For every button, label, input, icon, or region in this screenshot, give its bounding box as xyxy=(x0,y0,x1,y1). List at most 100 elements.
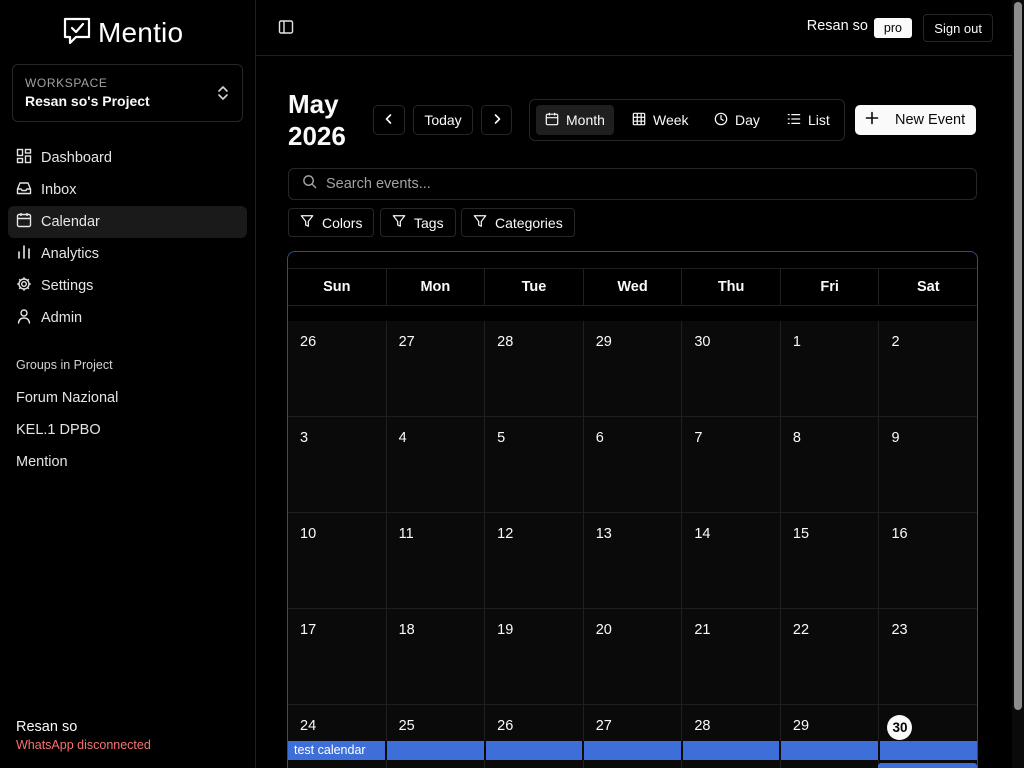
view-label: Day xyxy=(735,112,760,128)
day-number: 26 xyxy=(300,334,317,350)
day-cell[interactable]: 29 xyxy=(582,321,682,416)
day-cell[interactable]: 7 xyxy=(681,417,780,512)
day-number: 23 xyxy=(891,622,908,638)
grid-icon xyxy=(632,112,646,129)
group-item-kel1-dpbo[interactable]: KEL.1 DPBO xyxy=(16,414,118,446)
sidebar-item-settings[interactable]: Settings xyxy=(8,270,247,302)
view-list-button[interactable]: List xyxy=(778,105,839,135)
day-cell[interactable]: 20 xyxy=(582,609,682,704)
day-cell[interactable]: 11 xyxy=(385,513,485,608)
filter-tags-button[interactable]: Tags xyxy=(380,208,456,237)
day-cell[interactable]: 10 xyxy=(288,513,386,608)
day-cell[interactable]: 22 xyxy=(779,609,879,704)
workspace-name: Resan so's Project xyxy=(25,93,150,109)
day-number: 28 xyxy=(694,718,711,734)
event-bar-continued[interactable] xyxy=(878,763,977,768)
day-cell[interactable]: 2 xyxy=(878,321,977,416)
day-number: 16 xyxy=(891,526,908,542)
sidebar-item-dashboard[interactable]: Dashboard xyxy=(8,142,247,174)
week-row: 17 18 19 20 21 22 23 xyxy=(288,609,977,705)
event-segment-divider xyxy=(484,741,486,760)
sign-out-button[interactable]: Sign out xyxy=(923,14,993,42)
day-number: 2 xyxy=(891,334,900,350)
sidebar-item-label: Analytics xyxy=(41,246,100,262)
new-event-button[interactable]: New Event xyxy=(855,105,976,135)
page-scrollbar[interactable] xyxy=(1012,0,1024,768)
day-cell[interactable]: 30 xyxy=(681,321,780,416)
day-cell[interactable]: 26 xyxy=(288,321,386,416)
day-number: 30 xyxy=(694,334,711,350)
sidebar-item-analytics[interactable]: Analytics xyxy=(8,238,247,270)
event-segment-divider xyxy=(878,741,880,760)
sidebar-item-calendar[interactable]: Calendar xyxy=(8,206,247,238)
day-number: 21 xyxy=(694,622,711,638)
view-label: Month xyxy=(566,112,605,128)
day-cell[interactable]: 5 xyxy=(484,417,583,512)
day-cell[interactable]: 12 xyxy=(484,513,583,608)
filter-colors-button[interactable]: Colors xyxy=(288,208,375,237)
day-cell[interactable]: 16 xyxy=(878,513,977,608)
logo-text: Mentio xyxy=(98,17,184,48)
app-logo[interactable]: Mentio xyxy=(62,16,183,50)
filter-categories-button[interactable]: Categories xyxy=(461,208,575,237)
event-bar-test-calendar[interactable]: test calendar xyxy=(288,741,977,760)
day-cell[interactable]: 21 xyxy=(681,609,780,704)
day-number: 13 xyxy=(595,526,612,542)
day-cell[interactable]: 23 xyxy=(878,609,977,704)
list-icon xyxy=(787,112,801,129)
day-cell[interactable]: 9 xyxy=(878,417,977,512)
week-row: 26 27 28 29 30 1 2 xyxy=(288,321,977,417)
day-number: 12 xyxy=(497,526,514,542)
day-number: 27 xyxy=(595,718,612,734)
day-number: 25 xyxy=(398,718,415,734)
sidebar-toggle-icon[interactable] xyxy=(278,19,294,40)
workspace-switcher[interactable]: WORKSPACE Resan so's Project xyxy=(12,64,243,122)
sidebar-item-admin[interactable]: Admin xyxy=(8,302,247,334)
day-cell[interactable]: 6 xyxy=(582,417,682,512)
day-cell[interactable]: 19 xyxy=(484,609,583,704)
today-button[interactable]: Today xyxy=(413,105,473,135)
day-cell[interactable]: 27 xyxy=(385,321,485,416)
day-cell[interactable]: 13 xyxy=(582,513,682,608)
sidebar-item-label: Dashboard xyxy=(41,150,112,166)
sidebar-item-inbox[interactable]: Inbox xyxy=(8,174,247,206)
day-cell[interactable]: 4 xyxy=(385,417,485,512)
day-cell[interactable]: 17 xyxy=(288,609,386,704)
filter-icon xyxy=(473,214,487,231)
day-number: 28 xyxy=(497,334,514,350)
day-cell[interactable]: 8 xyxy=(779,417,879,512)
sidebar-nav: Dashboard Inbox Calendar Analytics Setti… xyxy=(8,142,247,334)
view-week-button[interactable]: Week xyxy=(623,105,698,135)
day-number: 6 xyxy=(595,430,604,446)
top-bar: Resan so pro Sign out xyxy=(256,0,1012,56)
chevron-right-icon xyxy=(491,112,503,128)
next-month-button[interactable] xyxy=(481,105,512,135)
day-cell[interactable]: 3 xyxy=(288,417,386,512)
group-item-forum-nazional[interactable]: Forum Nazional xyxy=(16,382,118,414)
day-cell[interactable]: 15 xyxy=(779,513,879,608)
day-number: 26 xyxy=(497,718,514,734)
view-month-button[interactable]: Month xyxy=(536,105,614,135)
logo-chat-check-icon xyxy=(62,16,92,51)
day-cell[interactable]: 28 xyxy=(484,321,583,416)
search-input[interactable] xyxy=(326,176,946,192)
day-cell[interactable]: 1 xyxy=(779,321,879,416)
group-item-mention[interactable]: Mention xyxy=(16,446,118,478)
title-year: 2026 xyxy=(288,121,346,151)
day-cell[interactable]: 14 xyxy=(681,513,780,608)
day-number: 3 xyxy=(300,430,309,446)
scrollbar-thumb[interactable] xyxy=(1014,2,1022,710)
whatsapp-status[interactable]: WhatsApp disconnected xyxy=(16,738,151,752)
view-day-button[interactable]: Day xyxy=(705,105,769,135)
new-event-label: New Event xyxy=(895,112,966,128)
title-month: May xyxy=(288,89,339,119)
sidebar: Mentio WORKSPACE Resan so's Project Dash… xyxy=(0,0,256,768)
day-number: 14 xyxy=(694,526,711,542)
prev-month-button[interactable] xyxy=(373,105,405,135)
week-row: 10 11 12 13 14 15 16 xyxy=(288,513,977,609)
calendar-icon xyxy=(545,112,559,129)
day-cell[interactable]: 18 xyxy=(385,609,485,704)
plan-badge: pro xyxy=(873,18,912,38)
day-number: 17 xyxy=(300,622,317,638)
day-number: 10 xyxy=(300,526,317,542)
